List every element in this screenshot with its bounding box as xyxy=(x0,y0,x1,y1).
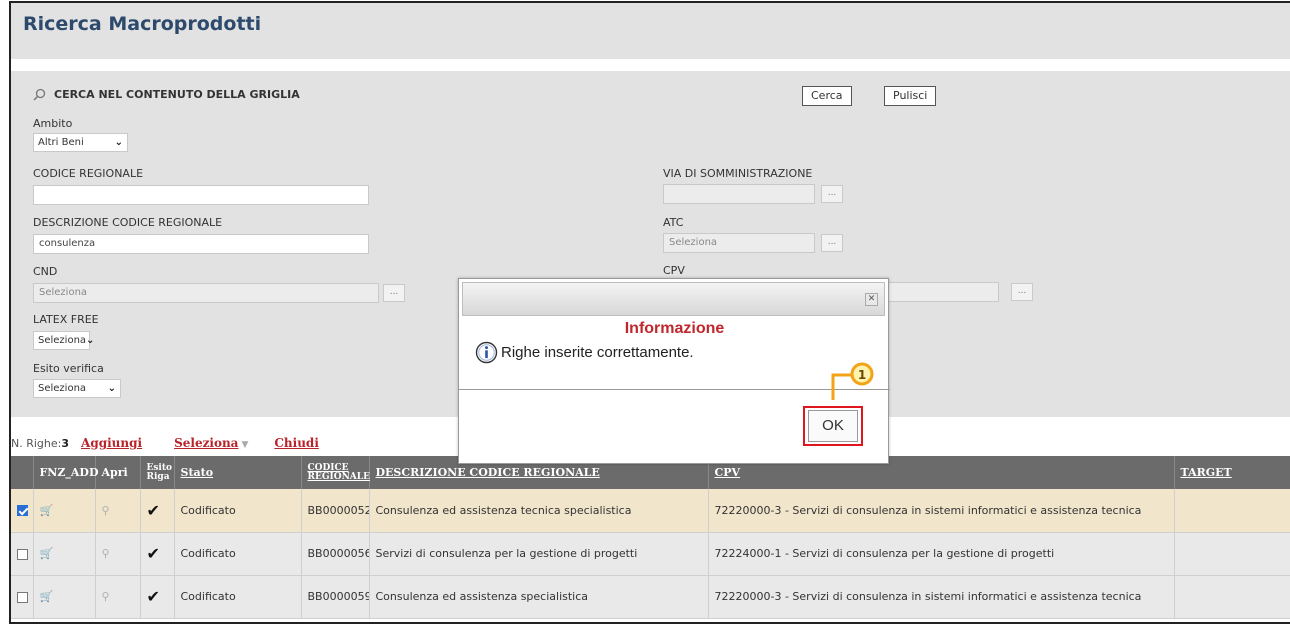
callout-number: 1 xyxy=(858,368,866,382)
callout-annotation: 1 xyxy=(831,362,874,400)
